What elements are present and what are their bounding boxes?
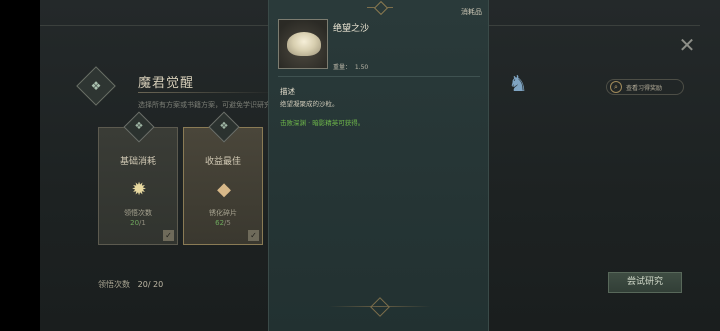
badge-icon: ❖: [219, 121, 229, 132]
sand-pile-icon: [287, 32, 321, 56]
badge-icon: ❖: [134, 121, 144, 132]
title-underline: [138, 92, 278, 93]
description-heading: 描述: [280, 87, 295, 96]
tooltip-divider: [278, 76, 480, 77]
item-weight: 重量： 1.50: [333, 64, 369, 71]
card-cost-label: 领悟次数: [124, 209, 152, 217]
top-ornament: [367, 0, 393, 8]
plan-card-basic[interactable]: ❖ 基础消耗 ✹ 领悟次数 20/1 ✓: [98, 111, 178, 245]
bottom-ornament: [370, 297, 390, 317]
section-title: 魔君觉醒: [138, 76, 195, 91]
item-tooltip: 消耗品 绝望之沙 重量： 1.50 描述 绝望凝聚成的沙粒。 击败深渊 · 暗影…: [268, 0, 489, 331]
item-name: 绝望之沙: [333, 24, 370, 34]
checkbox-icon[interactable]: ✓: [163, 230, 174, 241]
shard-icon: ◆: [217, 179, 231, 200]
close-icon[interactable]: ✕: [678, 35, 696, 55]
section-subtitle: 选择所有方案或书籍方案，可避免学识研究: [138, 101, 271, 109]
card-cost-count: 62/5: [215, 219, 231, 227]
card-title: 收益最佳: [204, 157, 241, 167]
plan-card-best[interactable]: ❖ 收益最佳 ◆ 锈化碎片 62/5 ✓: [183, 111, 263, 245]
item-icon-frame: [278, 19, 328, 69]
view-reward-label: 查看习得奖励: [626, 85, 663, 92]
emblem-icon: ❖: [90, 79, 102, 93]
view-reward-button[interactable]: ⌕ 查看习得奖励: [606, 79, 684, 95]
checkbox-icon[interactable]: ✓: [248, 230, 259, 241]
card-cost-count: 20/1: [130, 219, 146, 227]
card-cost-label: 锈化碎片: [209, 209, 237, 217]
card-title: 基础消耗: [119, 157, 156, 167]
description-text: 绝望凝聚成的沙粒。: [280, 100, 339, 108]
item-category: 消耗品: [461, 8, 482, 16]
try-research-button[interactable]: 尝试研究: [608, 272, 682, 293]
comprehension-count: 领悟次数 20/ 20: [98, 280, 164, 289]
knight-figure-icon: ♞: [508, 72, 528, 97]
source-text: 击败深渊 · 暗影精英可获得。: [280, 119, 365, 127]
lightbulb-icon: ✹: [131, 179, 147, 200]
magnifier-icon: ⌕: [610, 81, 622, 93]
